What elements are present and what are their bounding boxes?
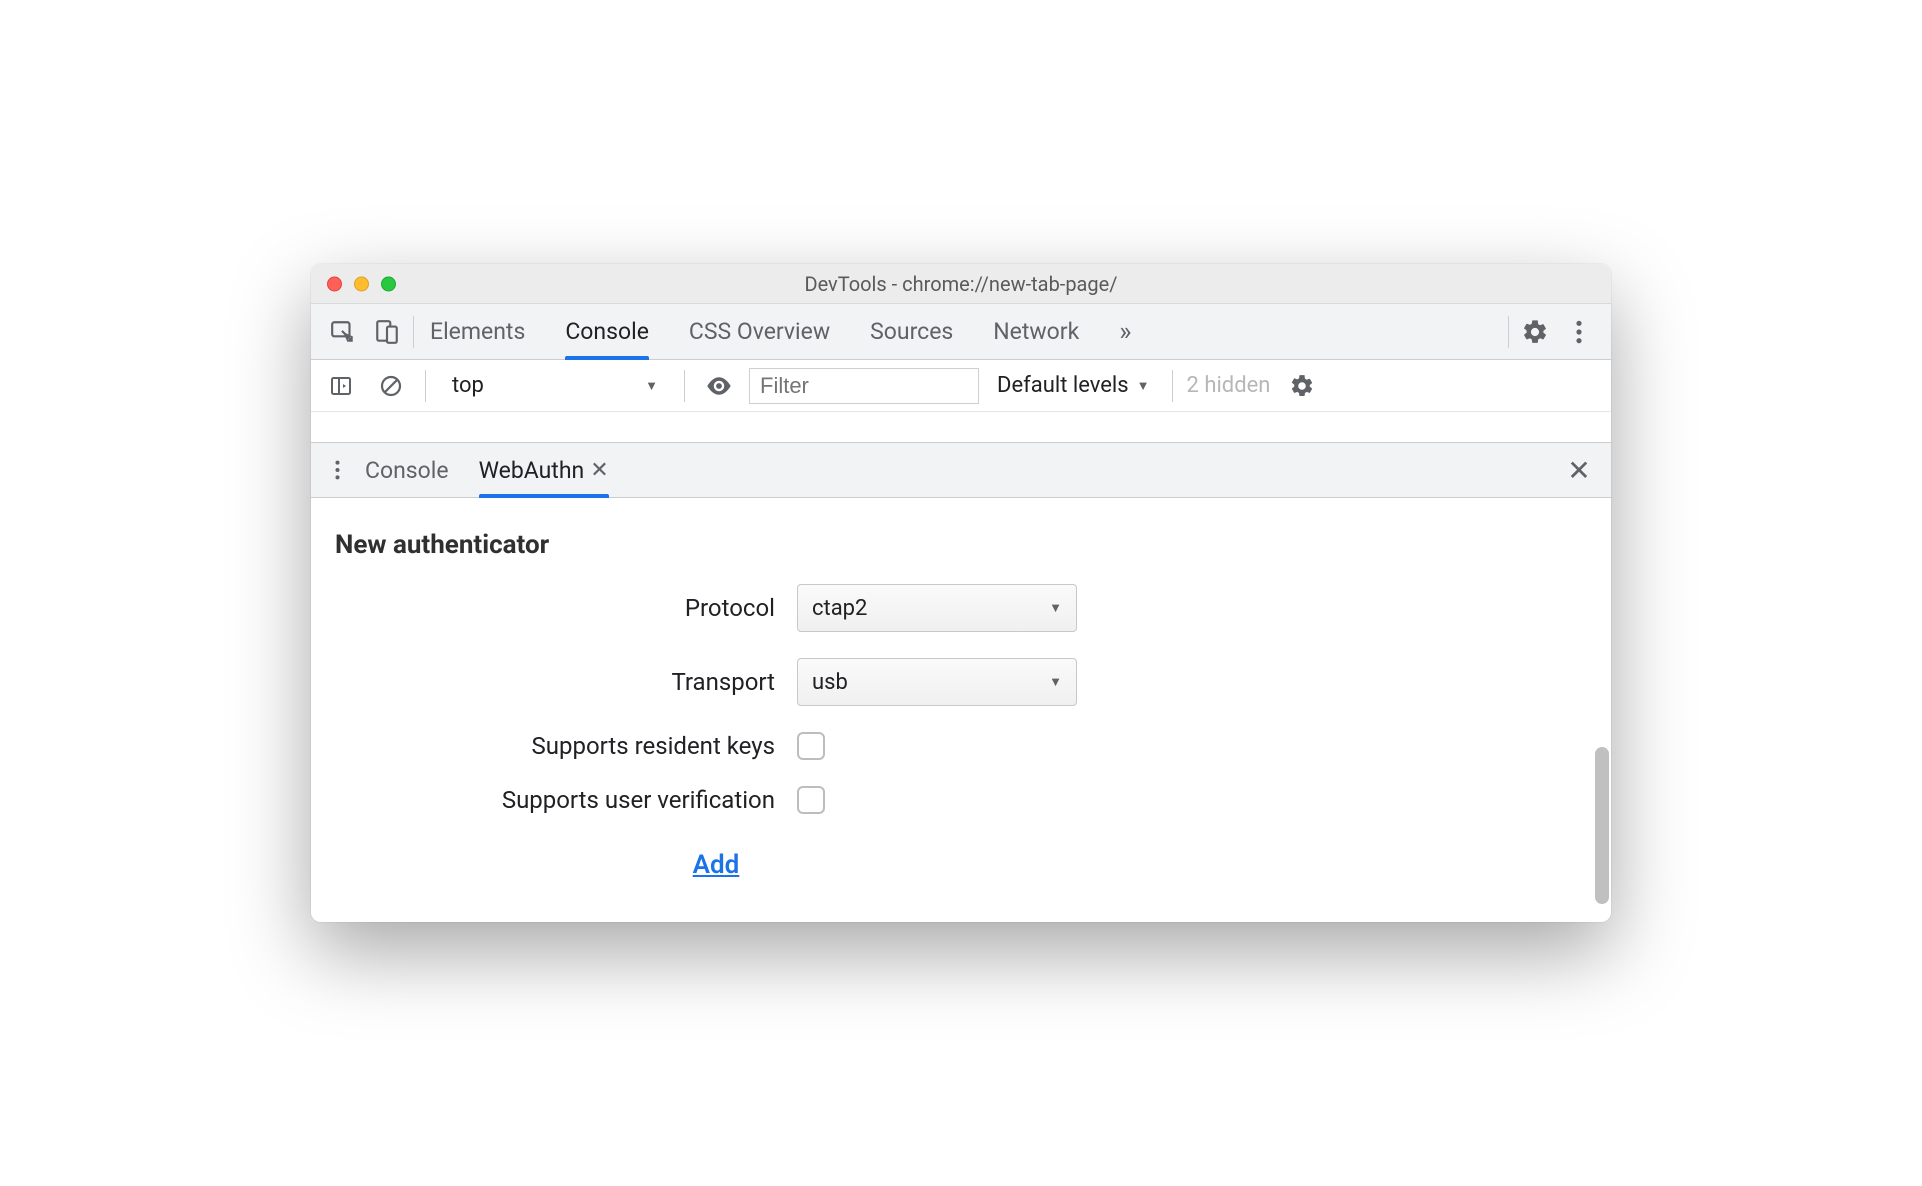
tab-label: WebAuthn — [479, 457, 585, 484]
tab-elements[interactable]: Elements — [430, 304, 525, 359]
execution-context-select[interactable]: top ▼ — [440, 367, 670, 405]
webauthn-panel: New authenticator Protocol ctap2 ▼ Trans… — [311, 498, 1611, 922]
protocol-select[interactable]: ctap2 ▼ — [797, 584, 1077, 632]
devtools-window: DevTools - chrome://new-tab-page/ Elemen… — [311, 264, 1611, 922]
console-settings-button[interactable] — [1280, 364, 1324, 408]
main-toolbar: Elements Console CSS Overview Sources Ne… — [311, 304, 1611, 360]
more-options-button[interactable] — [1557, 310, 1601, 354]
live-expression-icon[interactable] — [699, 366, 739, 406]
separator — [684, 370, 685, 402]
chevron-down-icon: ▼ — [1049, 600, 1062, 616]
resident-keys-label: Supports resident keys — [355, 732, 775, 760]
tabs-overflow-button[interactable]: » — [1119, 304, 1131, 359]
window-title: DevTools - chrome://new-tab-page/ — [804, 272, 1117, 296]
main-tabs: Elements Console CSS Overview Sources Ne… — [430, 304, 1131, 359]
chevron-down-icon: ▼ — [1137, 378, 1150, 394]
transport-label: Transport — [355, 668, 775, 696]
tab-label: Console — [365, 457, 449, 484]
console-sidebar-toggle-icon[interactable] — [321, 366, 361, 406]
device-toolbar-icon[interactable] — [365, 310, 409, 354]
drawer-tabbar: Console WebAuthn ✕ ✕ — [311, 442, 1611, 498]
add-authenticator-button[interactable]: Add — [693, 850, 740, 880]
separator — [413, 316, 414, 348]
minimize-window-button[interactable] — [354, 276, 369, 291]
levels-label: Default levels — [997, 373, 1129, 398]
separator — [1172, 370, 1173, 402]
scrollbar-thumb[interactable] — [1595, 747, 1609, 904]
context-value: top — [452, 373, 484, 398]
protocol-label: Protocol — [355, 594, 775, 622]
panel-heading: New authenticator — [335, 530, 1587, 560]
drawer-close-button[interactable]: ✕ — [1557, 448, 1601, 492]
tab-label: Elements — [430, 318, 525, 345]
close-tab-icon[interactable]: ✕ — [590, 458, 608, 483]
separator — [425, 370, 426, 402]
user-verification-checkbox[interactable] — [797, 786, 825, 814]
tab-css-overview[interactable]: CSS Overview — [689, 304, 830, 359]
resident-keys-checkbox[interactable] — [797, 732, 825, 760]
inspect-element-icon[interactable] — [321, 310, 365, 354]
close-window-button[interactable] — [327, 276, 342, 291]
transport-select[interactable]: usb ▼ — [797, 658, 1077, 706]
tab-label: CSS Overview — [689, 318, 830, 345]
console-toolbar: top ▼ Default levels ▼ 2 hidden — [311, 360, 1611, 412]
window-titlebar: DevTools - chrome://new-tab-page/ — [311, 264, 1611, 304]
tab-label: Sources — [870, 318, 953, 345]
drawer-tab-console[interactable]: Console — [365, 443, 449, 497]
filter-input[interactable] — [749, 368, 979, 404]
drawer-more-button[interactable] — [321, 448, 353, 492]
transport-value: usb — [812, 670, 848, 695]
scrollbar-track — [1595, 504, 1609, 916]
separator — [1508, 316, 1509, 348]
window-controls — [327, 276, 396, 291]
drawer-tab-webauthn[interactable]: WebAuthn ✕ — [479, 443, 609, 497]
fullscreen-window-button[interactable] — [381, 276, 396, 291]
tab-network[interactable]: Network — [993, 304, 1079, 359]
chevron-down-icon: ▼ — [645, 378, 658, 394]
tab-console[interactable]: Console — [565, 304, 649, 359]
log-levels-select[interactable]: Default levels ▼ — [989, 373, 1158, 398]
tab-label: Console — [565, 318, 649, 345]
clear-console-icon[interactable] — [371, 366, 411, 406]
chevron-down-icon: ▼ — [1049, 674, 1062, 690]
hidden-messages-count[interactable]: 2 hidden — [1187, 373, 1271, 398]
chevron-double-icon: » — [1119, 317, 1131, 347]
console-output-area — [311, 412, 1611, 442]
settings-button[interactable] — [1513, 310, 1557, 354]
tab-label: Network — [993, 318, 1079, 345]
tab-sources[interactable]: Sources — [870, 304, 953, 359]
user-verification-label: Supports user verification — [355, 786, 775, 814]
protocol-value: ctap2 — [812, 596, 867, 621]
